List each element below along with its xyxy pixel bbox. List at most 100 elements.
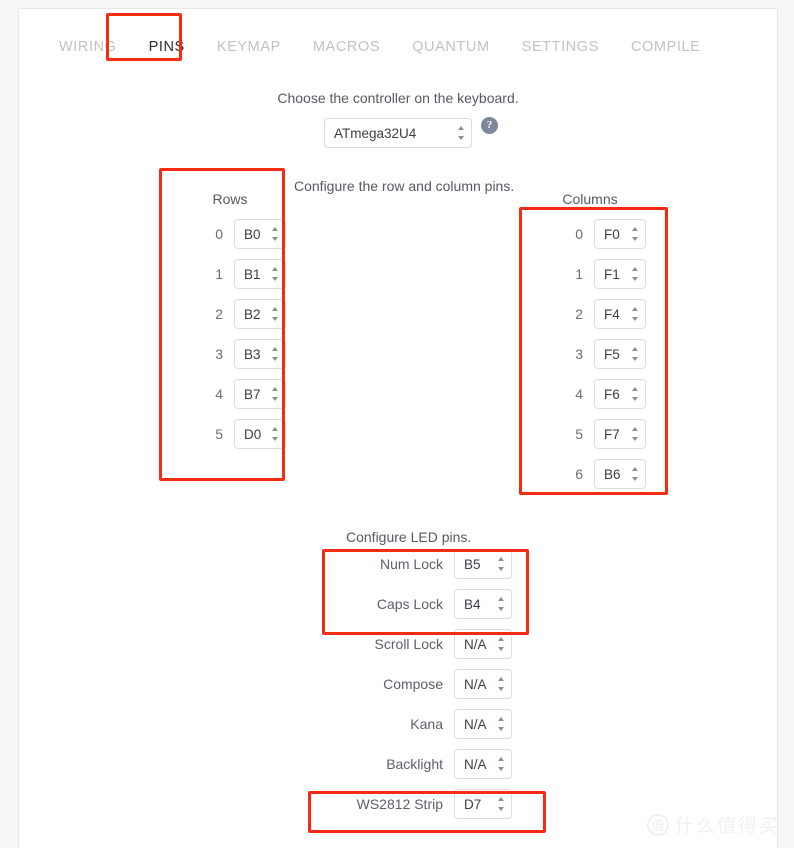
column-pin-select-value: F1 <box>604 266 620 282</box>
row-pin-select[interactable]: D0 <box>234 419 286 449</box>
controller-hint: Choose the controller on the keyboard. <box>277 90 519 106</box>
row-index-label: 2 <box>215 306 223 322</box>
led-row: Scroll Lock N/A <box>331 629 512 659</box>
column-index-label: 2 <box>575 306 583 322</box>
column-pin-select[interactable]: F5 <box>594 339 646 369</box>
led-pin-select[interactable]: B5 <box>454 549 512 579</box>
help-circle-icon[interactable]: ? <box>481 117 498 134</box>
row-pin-select-value: B2 <box>244 306 261 322</box>
led-row: Compose N/A <box>331 669 512 699</box>
led-pin-select[interactable]: N/A <box>454 749 512 779</box>
columns-list: 0 F0 1 F1 2 F4 3 F5 4 F6 5 F7 6 B6 <box>534 219 646 489</box>
led-pin-select[interactable]: B4 <box>454 589 512 619</box>
led-list: Num Lock B5 Caps Lock B4 Scroll Lock N/A Compo… <box>331 549 512 819</box>
tab-quantum[interactable]: QUANTUM <box>396 31 506 63</box>
row-pin-select[interactable]: B1 <box>234 259 286 289</box>
column-pin-select-value: F6 <box>604 386 620 402</box>
led-pin-select-value: B4 <box>464 596 481 612</box>
controller-select[interactable]: ATmega32U4 <box>324 118 472 148</box>
chevron-updown-icon <box>497 597 504 611</box>
column-index-label: 4 <box>575 386 583 402</box>
column-index-label: 1 <box>575 266 583 282</box>
led-pin-select-value: B5 <box>464 556 481 572</box>
row-pin-select[interactable]: B3 <box>234 339 286 369</box>
row-index-label: 3 <box>215 346 223 362</box>
led-pin-select[interactable]: D7 <box>454 789 512 819</box>
column-row: 3 F5 <box>534 339 646 369</box>
led-label: WS2812 Strip <box>356 796 443 812</box>
rows-list: 0 B0 1 B1 2 B2 3 B3 4 B7 5 D0 <box>174 219 286 449</box>
matrix-hint: Configure the row and column pins. <box>294 178 515 194</box>
tab-keymap[interactable]: KEYMAP <box>201 31 297 63</box>
chevron-updown-icon <box>271 307 278 321</box>
led-row: Backlight N/A <box>331 749 512 779</box>
column-pin-select[interactable]: F1 <box>594 259 646 289</box>
chevron-updown-icon <box>271 347 278 361</box>
led-label: Scroll Lock <box>374 636 443 652</box>
row-row: 2 B2 <box>174 299 286 329</box>
chevron-updown-icon <box>631 307 638 321</box>
column-index-label: 3 <box>575 346 583 362</box>
rows-title: Rows <box>212 191 248 207</box>
row-pin-select-value: B3 <box>244 346 261 362</box>
row-row: 1 B1 <box>174 259 286 289</box>
led-row: Caps Lock B4 <box>331 589 512 619</box>
chevron-updown-icon <box>631 467 638 481</box>
tab-pins[interactable]: PINS <box>133 31 201 63</box>
led-pin-select[interactable]: N/A <box>454 709 512 739</box>
row-index-label: 4 <box>215 386 223 402</box>
led-label: Kana <box>410 716 443 732</box>
chevron-updown-icon <box>271 267 278 281</box>
chevron-updown-icon <box>631 347 638 361</box>
chevron-updown-icon <box>271 427 278 441</box>
column-row: 1 F1 <box>534 259 646 289</box>
column-pin-select[interactable]: F6 <box>594 379 646 409</box>
column-index-label: 5 <box>575 426 583 442</box>
row-pin-select-value: B0 <box>244 226 261 242</box>
column-pin-select[interactable]: B6 <box>594 459 646 489</box>
chevron-updown-icon <box>497 797 504 811</box>
chevron-updown-icon <box>271 387 278 401</box>
column-pin-select[interactable]: F0 <box>594 219 646 249</box>
led-label: Caps Lock <box>376 596 443 612</box>
row-pin-select[interactable]: B7 <box>234 379 286 409</box>
chevron-updown-icon <box>497 757 504 771</box>
row-pin-select[interactable]: B0 <box>234 219 286 249</box>
tab-wiring[interactable]: WIRING <box>43 31 133 63</box>
column-pin-select-value: B6 <box>604 466 621 482</box>
led-pins-group: Num Lock B5 Caps Lock B4 Scroll Lock N/A Compo… <box>331 549 512 829</box>
column-pin-select-value: F0 <box>604 226 620 242</box>
led-row: Kana N/A <box>331 709 512 739</box>
chevron-updown-icon <box>631 387 638 401</box>
row-row: 0 B0 <box>174 219 286 249</box>
chevron-updown-icon <box>631 227 638 241</box>
tab-macros[interactable]: MACROS <box>297 31 396 63</box>
row-index-label: 5 <box>215 426 223 442</box>
column-pin-select[interactable]: F7 <box>594 419 646 449</box>
column-index-label: 0 <box>575 226 583 242</box>
led-pin-select-value: N/A <box>464 756 487 772</box>
column-row: 5 F7 <box>534 419 646 449</box>
tab-compile[interactable]: COMPILE <box>615 31 716 63</box>
chevron-updown-icon <box>631 427 638 441</box>
tab-settings[interactable]: SETTINGS <box>506 31 615 63</box>
tab-bar: WIRING PINS KEYMAP MACROS QUANTUM SETTINGS COM… <box>19 23 777 71</box>
row-index-label: 0 <box>215 226 223 242</box>
column-pin-select-value: F4 <box>604 306 620 322</box>
led-pin-select-value: N/A <box>464 716 487 732</box>
chevron-updown-icon <box>497 637 504 651</box>
led-row: Num Lock B5 <box>331 549 512 579</box>
led-pin-select[interactable]: N/A <box>454 629 512 659</box>
columns-group: Columns 0 F0 1 F1 2 F4 3 F5 4 F6 5 F7 6 B6 <box>534 191 646 499</box>
led-label: Backlight <box>386 756 443 772</box>
led-pin-select[interactable]: N/A <box>454 669 512 699</box>
chevron-updown-icon <box>497 717 504 731</box>
column-row: 6 B6 <box>534 459 646 489</box>
chevron-updown-icon <box>631 267 638 281</box>
chevron-updown-icon <box>497 677 504 691</box>
column-pin-select[interactable]: F4 <box>594 299 646 329</box>
column-index-label: 6 <box>575 466 583 482</box>
column-pin-select-value: F5 <box>604 346 620 362</box>
row-pin-select[interactable]: B2 <box>234 299 286 329</box>
column-row: 0 F0 <box>534 219 646 249</box>
